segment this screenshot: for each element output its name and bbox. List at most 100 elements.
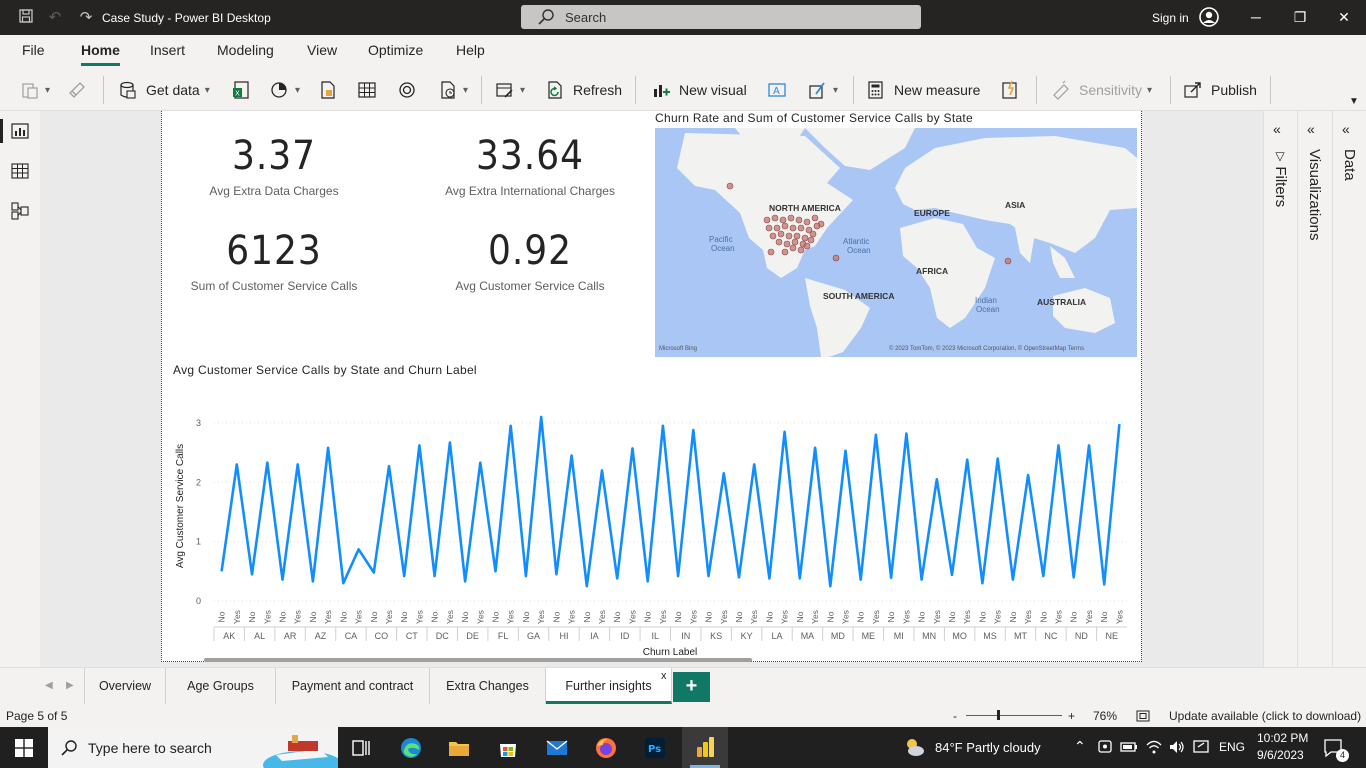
file-explorer-icon[interactable]	[447, 736, 471, 760]
menu-tab-optimize[interactable]: Optimize	[368, 42, 423, 58]
expand-data-icon[interactable]: «	[1342, 121, 1350, 137]
fit-to-page-icon[interactable]	[1136, 710, 1150, 722]
photoshop-icon[interactable]: Ps	[643, 736, 667, 760]
map-bubble[interactable]	[813, 222, 821, 230]
data-hub-button[interactable]: ▾	[270, 78, 300, 102]
map-bubble[interactable]	[787, 214, 795, 222]
windows-start-icon[interactable]	[15, 739, 33, 757]
map-bubble[interactable]	[785, 232, 793, 240]
page-tab-extra-changes[interactable]: Extra Changes	[430, 668, 546, 704]
powerbi-taskbar-button[interactable]	[682, 727, 728, 768]
map-bubble[interactable]	[777, 230, 785, 238]
transform-data-button[interactable]: ▾	[495, 78, 525, 102]
taskbar-search-box[interactable]: Type here to search	[48, 727, 338, 768]
new-visual-button[interactable]: New visual	[651, 78, 747, 102]
series-line[interactable]	[220, 415, 1121, 588]
table-view-icon[interactable]	[11, 162, 29, 180]
recent-sources-button[interactable]: ▾	[438, 78, 468, 102]
zoom-in-button[interactable]: +	[1068, 709, 1075, 723]
close-window-icon[interactable]: ✕	[1336, 8, 1352, 26]
map-bubble[interactable]	[726, 182, 734, 190]
card-avg-extra-data-charges-value[interactable]: 3.37	[154, 133, 394, 179]
card-sum-cs-calls-value[interactable]: 6123	[154, 228, 394, 274]
update-available-link[interactable]: Update available (click to download)	[1169, 709, 1361, 723]
redo-icon[interactable]: ↷	[76, 8, 96, 28]
volume-icon[interactable]	[1168, 738, 1186, 756]
map-bubble[interactable]	[832, 254, 840, 262]
microsoft-store-icon[interactable]	[496, 736, 520, 760]
sql-server-button[interactable]	[318, 78, 338, 102]
card-avg-extra-intl-charges-value[interactable]: 33.64	[410, 133, 650, 179]
map-bubble[interactable]	[791, 238, 799, 246]
prev-page-arrow-icon[interactable]: ◀	[45, 680, 53, 691]
map-bubble[interactable]	[789, 244, 797, 252]
map-bubble[interactable]	[803, 242, 811, 250]
excel-button[interactable]: X	[231, 78, 251, 102]
chart-horizontal-scrollbar[interactable]	[204, 658, 752, 662]
restore-icon[interactable]: ❐	[1292, 8, 1308, 26]
map-bubble[interactable]	[1004, 257, 1012, 265]
map-bubble[interactable]	[771, 214, 779, 222]
map-bubble[interactable]	[779, 216, 787, 224]
map-bubble[interactable]	[811, 214, 819, 222]
more-visuals-button[interactable]: ▾	[808, 78, 838, 102]
next-page-arrow-icon[interactable]: ▶	[66, 680, 74, 691]
close-page-tab-icon[interactable]: x	[661, 670, 667, 682]
language-indicator[interactable]: ENG	[1219, 740, 1245, 754]
map-bubble[interactable]	[783, 240, 791, 248]
text-box-button[interactable]: A	[767, 78, 787, 102]
zoom-out-button[interactable]: -	[953, 709, 957, 723]
refresh-button[interactable]: Refresh	[545, 78, 622, 102]
model-view-icon[interactable]	[11, 202, 29, 220]
menu-tab-view[interactable]: View	[307, 42, 337, 58]
map-bubble[interactable]	[803, 218, 811, 226]
menu-tab-modeling[interactable]: Modeling	[217, 42, 274, 58]
map-bubble[interactable]	[809, 230, 817, 238]
map-bubble[interactable]	[773, 224, 781, 232]
avatar-icon[interactable]	[1199, 7, 1219, 27]
zoom-slider-thumb[interactable]	[997, 710, 1000, 720]
add-page-button[interactable]: +	[673, 672, 710, 702]
clock-date[interactable]: 9/6/2023	[1257, 748, 1304, 762]
card-avg-cs-calls-value[interactable]: 0.92	[410, 228, 650, 274]
partly-cloudy-icon[interactable]	[902, 735, 926, 759]
map-bubble[interactable]	[767, 248, 775, 256]
dataverse-button[interactable]	[397, 78, 417, 102]
task-view-icon[interactable]	[350, 736, 374, 760]
data-pane[interactable]: « Data	[1333, 111, 1366, 667]
page-tab-further-insights[interactable]: Further insights	[546, 668, 672, 704]
map-bubble[interactable]	[789, 224, 797, 232]
show-hidden-icons-icon[interactable]: ⌃	[1074, 738, 1086, 755]
paste-button[interactable]: ▾	[20, 78, 50, 102]
title-search-box[interactable]: Search	[521, 5, 921, 29]
menu-tab-file[interactable]: File	[22, 42, 45, 58]
menu-tab-insert[interactable]: Insert	[150, 42, 185, 58]
zoom-slider-track[interactable]	[966, 715, 1062, 716]
expand-visualizations-icon[interactable]: «	[1307, 121, 1315, 137]
map-bubble[interactable]	[797, 224, 805, 232]
map-bubble[interactable]	[801, 234, 809, 242]
menu-tab-home[interactable]: Home	[81, 42, 120, 58]
menu-tab-help[interactable]: Help	[456, 42, 485, 58]
new-measure-button[interactable]: New measure	[866, 78, 980, 102]
map-bubble[interactable]	[769, 232, 777, 240]
edge-browser-icon[interactable]	[399, 736, 423, 760]
pen-workspace-icon[interactable]	[1192, 738, 1210, 756]
map-bubble[interactable]	[795, 216, 803, 224]
weather-text[interactable]: 84°F Partly cloudy	[935, 740, 1041, 755]
page-tab-overview[interactable]: Overview	[84, 668, 166, 704]
map-bubble[interactable]	[765, 224, 773, 232]
map-bubble[interactable]	[797, 246, 805, 254]
sensitivity-button[interactable]: Sensitivity ▾	[1051, 78, 1152, 102]
quick-measure-button[interactable]	[1000, 78, 1020, 102]
map-bubble[interactable]	[763, 216, 771, 224]
mail-icon[interactable]	[545, 736, 569, 760]
expand-filters-icon[interactable]: «	[1273, 121, 1281, 137]
map-bubble[interactable]	[781, 248, 789, 256]
filters-pane[interactable]: « ▽ Filters	[1264, 111, 1298, 667]
get-data-button[interactable]: Get data ▾	[118, 78, 210, 102]
save-icon[interactable]	[16, 8, 36, 28]
battery-icon[interactable]	[1120, 738, 1138, 756]
map-bubble[interactable]	[793, 232, 801, 240]
report-view-icon[interactable]	[11, 122, 29, 140]
